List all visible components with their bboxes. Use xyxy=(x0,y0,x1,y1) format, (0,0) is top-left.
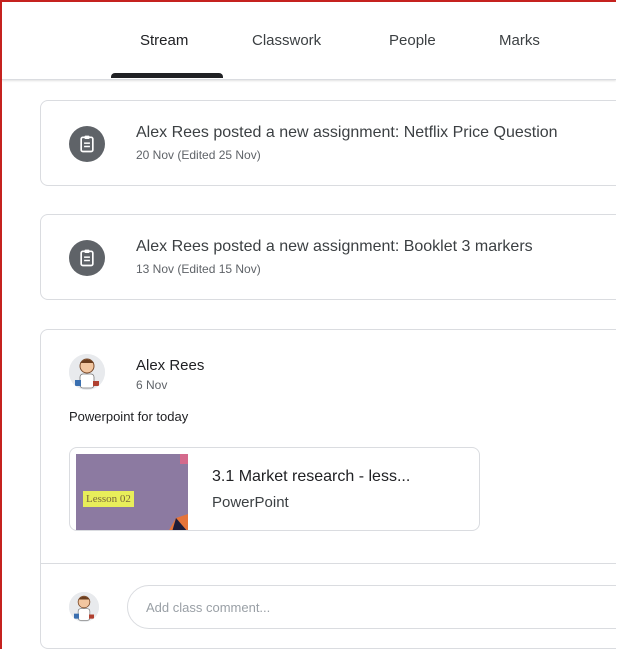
class-comment-input[interactable] xyxy=(127,585,616,629)
classroom-stream-window: Stream Classwork People Marks Alex Rees … xyxy=(0,0,616,649)
attachment-title[interactable]: 3.1 Market research - less... xyxy=(212,468,410,486)
tab-classwork[interactable]: Classwork xyxy=(252,32,321,49)
post-text: Powerpoint for today xyxy=(69,409,189,424)
active-tab-indicator xyxy=(111,73,223,78)
post-author: Alex Rees xyxy=(136,357,205,374)
thumbnail-label: Lesson 02 xyxy=(83,491,134,507)
assignment-date: 20 Nov (Edited 25 Nov) xyxy=(136,148,261,162)
post-date: 6 Nov xyxy=(136,378,168,392)
tab-marks[interactable]: Marks xyxy=(499,32,540,49)
attachment-type: PowerPoint xyxy=(212,494,289,511)
attachment-card[interactable]: Lesson 02 3.1 Market research - less... … xyxy=(69,447,480,531)
tab-people[interactable]: People xyxy=(389,32,436,49)
assignment-title[interactable]: Alex Rees posted a new assignment: Bookl… xyxy=(136,238,533,256)
avatar[interactable] xyxy=(69,354,105,390)
assignment-icon xyxy=(69,126,105,162)
tab-bar: Stream Classwork People Marks xyxy=(2,2,616,80)
post-card: Alex Rees 6 Nov Powerpoint for today Les… xyxy=(40,329,616,649)
assignment-date: 13 Nov (Edited 15 Nov) xyxy=(136,262,261,276)
assignment-title[interactable]: Alex Rees posted a new assignment: Netfl… xyxy=(136,124,558,142)
avatar xyxy=(69,592,99,622)
tab-stream[interactable]: Stream xyxy=(140,32,188,49)
assignment-card[interactable]: Alex Rees posted a new assignment: Netfl… xyxy=(40,100,616,186)
attachment-thumbnail: Lesson 02 xyxy=(76,454,188,530)
assignment-icon xyxy=(69,240,105,276)
comment-divider xyxy=(41,563,616,564)
assignment-card[interactable]: Alex Rees posted a new assignment: Bookl… xyxy=(40,214,616,300)
